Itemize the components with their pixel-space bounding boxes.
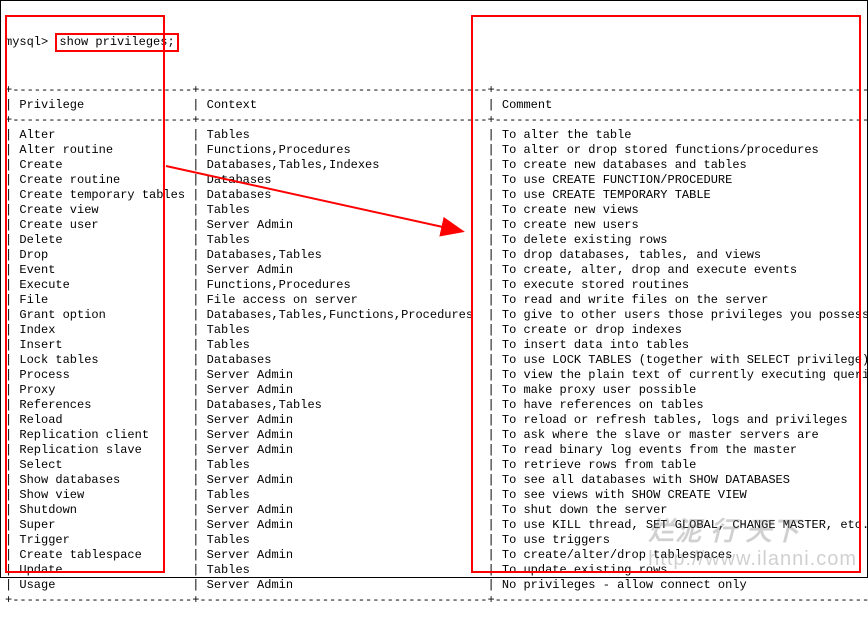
prompt-line: mysql> show privileges;: [5, 33, 863, 52]
sql-command: show privileges;: [55, 33, 178, 52]
terminal-output: mysql> show privileges; +---------------…: [1, 1, 867, 625]
result-table: +-------------------------+-------------…: [5, 83, 863, 608]
mysql-prompt: mysql>: [5, 35, 48, 49]
